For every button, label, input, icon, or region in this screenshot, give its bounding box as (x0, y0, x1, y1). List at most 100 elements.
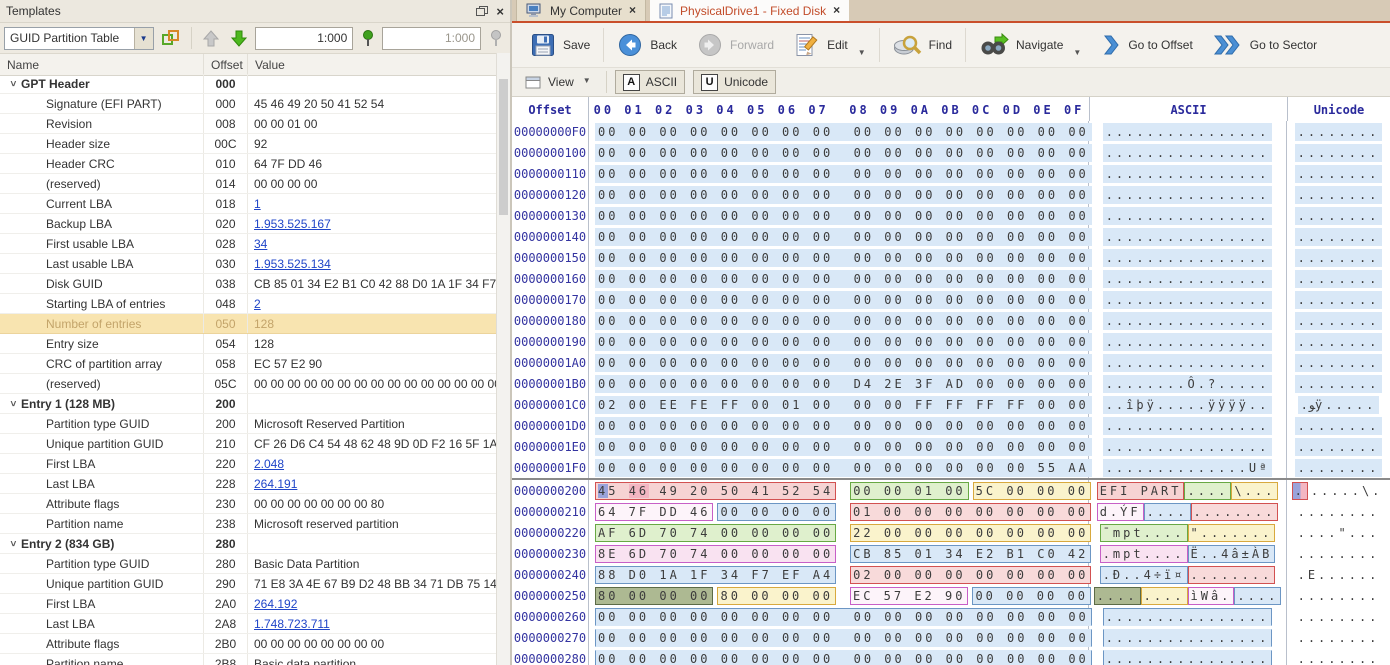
hex-bytes-cell[interactable]: 00 00 00 00 00 00 00 00 00 00 00 00 00 0… (589, 310, 1089, 331)
ascii-cell[interactable]: ................ (1089, 184, 1287, 205)
hex-field-segment[interactable]: ................ (1103, 291, 1273, 309)
template-row[interactable]: Entry size054128 (0, 334, 497, 354)
hex-bytes-cell[interactable]: 00 00 00 00 00 00 00 00 00 00 00 00 00 0… (589, 436, 1089, 457)
hex-field-segment[interactable]: ........ (1295, 650, 1383, 665)
template-row[interactable]: First usable LBA02834 (0, 234, 497, 254)
template-row[interactable]: Last LBA228264.191 (0, 474, 497, 494)
template-row[interactable]: Starting LBA of entries0482 (0, 294, 497, 314)
hex-field-segment[interactable]: ........ (1295, 629, 1383, 647)
hex-field-segment[interactable]: .... (1184, 482, 1231, 500)
hex-field-segment[interactable]: . (1292, 482, 1308, 500)
hex-field-segment[interactable]: ........ (1295, 291, 1383, 309)
goto-offset-button[interactable]: Go to Offset (1091, 25, 1202, 65)
ascii-cell[interactable]: ................ (1089, 436, 1287, 457)
forward-button[interactable]: Forward (687, 25, 784, 65)
hex-row[interactable]: 000000026000 00 00 00 00 00 00 00 00 00 … (512, 606, 1390, 627)
hex-field-segment[interactable]: CB 85 01 34 E2 B1 C0 42 (850, 545, 1091, 563)
template-row[interactable]: Attribute flags23000 00 00 00 00 00 00 8… (0, 494, 497, 514)
template-row[interactable]: >Entry 2 (834 GB)280 (0, 534, 497, 554)
tab-my-computer[interactable]: My Computer × (516, 0, 646, 21)
hex-field-segment[interactable]: 00 00 00 00 00 00 00 00 00 00 00 00 00 0… (595, 291, 1092, 309)
column-name[interactable]: Name (0, 54, 204, 75)
templates-scrollbar[interactable] (496, 53, 510, 665)
hex-row[interactable]: 000000012000 00 00 00 00 00 00 00 00 00 … (512, 184, 1390, 205)
chevron-down-icon[interactable]: ▼ (134, 28, 153, 49)
hex-field-segment[interactable]: .... (1141, 587, 1188, 605)
template-row[interactable]: CRC of partition array058EC 57 E2 90 (0, 354, 497, 374)
template-row[interactable]: Partition type GUID200Microsoft Reserved… (0, 414, 497, 434)
hex-field-segment[interactable]: 00 00 00 00 00 00 00 00 00 00 00 00 00 0… (595, 249, 1092, 267)
tab-physicaldrive1[interactable]: PhysicalDrive1 - Fixed Disk × (650, 0, 849, 21)
hex-field-segment[interactable]: 45 46 49 20 50 41 52 54 (595, 482, 836, 500)
hex-field-segment[interactable]: 00 00 00 00 00 00 00 00 00 00 00 00 00 0… (595, 123, 1092, 141)
unicode-cell[interactable]: ........ (1287, 373, 1390, 394)
hex-field-segment[interactable]: 00 00 00 00 00 00 00 00 00 00 00 00 00 0… (595, 438, 1092, 456)
hex-field-segment[interactable]: ................ (1103, 228, 1273, 246)
template-row[interactable]: Disk GUID038CB 85 01 34 E2 B1 C0 42 88 D… (0, 274, 497, 294)
unicode-cell[interactable]: ........ (1287, 501, 1390, 522)
hex-field-segment[interactable]: ........ (1295, 608, 1383, 626)
hex-row[interactable]: 000000019000 00 00 00 00 00 00 00 00 00 … (512, 331, 1390, 352)
ascii-cell[interactable]: ................ (1089, 648, 1287, 665)
template-row[interactable]: Number of entries050128 (0, 314, 497, 334)
ascii-cell[interactable]: EFI PART....\... (1089, 480, 1287, 501)
unicode-cell[interactable]: ........ (1287, 121, 1390, 142)
hex-row[interactable]: 000000018000 00 00 00 00 00 00 00 00 00 … (512, 310, 1390, 331)
hex-field-segment[interactable]: ................ (1103, 608, 1273, 626)
template-row[interactable]: Partition name2B8Basic data partition (0, 654, 497, 665)
hex-field-segment[interactable]: ................ (1103, 650, 1273, 665)
hex-grid[interactable]: 00000000F000 00 00 00 00 00 00 00 00 00 … (512, 121, 1390, 665)
hex-bytes-cell[interactable]: 00 00 00 00 00 00 00 00 00 00 00 00 00 0… (589, 289, 1089, 310)
hex-row[interactable]: 0000000220AF 6D 70 74 00 00 00 0022 00 0… (512, 522, 1390, 543)
hex-row[interactable]: 000000011000 00 00 00 00 00 00 00 00 00 … (512, 163, 1390, 184)
close-panel-icon[interactable]: × (496, 5, 504, 18)
ascii-cell[interactable]: ..............Uª (1089, 457, 1287, 478)
hex-field-segment[interactable]: 5C 00 00 00 (973, 482, 1091, 500)
hex-bytes-cell[interactable]: 00 00 00 00 00 00 00 00 00 00 00 00 00 0… (589, 247, 1089, 268)
template-row[interactable]: Header size00C92 (0, 134, 497, 154)
unicode-cell[interactable]: .E...... (1287, 564, 1390, 585)
template-row[interactable]: Revision00800 00 01 00 (0, 114, 497, 134)
hex-row[interactable]: 00000000F000 00 00 00 00 00 00 00 00 00 … (512, 121, 1390, 142)
ascii-cell[interactable]: ................ (1089, 163, 1287, 184)
hex-field-segment[interactable]: 00 00 00 00 00 00 00 00 00 00 00 00 00 0… (595, 650, 1092, 665)
hex-bytes-cell[interactable]: 00 00 00 00 00 00 00 00 00 00 00 00 00 0… (589, 415, 1089, 436)
hex-field-segment[interactable]: AF 6D 70 74 00 00 00 00 (595, 524, 836, 542)
goto-sector-button[interactable]: Go to Sector (1203, 25, 1327, 65)
ascii-cell[interactable]: ........ìWâ..... (1089, 585, 1287, 606)
hex-field-segment[interactable]: ........ (1295, 417, 1383, 435)
hex-row[interactable]: 00000001C002 00 EE FE FF 00 01 00 00 00 … (512, 394, 1390, 415)
hex-field-segment[interactable]: 00 00 00 00 00 00 00 00 00 00 00 00 00 0… (595, 417, 1092, 435)
hex-row[interactable]: 000000010000 00 00 00 00 00 00 00 00 00 … (512, 142, 1390, 163)
ascii-cell[interactable]: ..îþÿ.....ÿÿÿÿ.. (1089, 394, 1287, 415)
template-row[interactable]: Unique partition GUID29071 E8 3A 4E 67 B… (0, 574, 497, 594)
unicode-cell[interactable]: ........ (1287, 205, 1390, 226)
hex-field-segment[interactable]: ìWâ. (1188, 587, 1235, 605)
template-type-select[interactable]: GUID Partition Table ▼ (4, 27, 154, 50)
value-link[interactable]: 1.953.525.134 (254, 257, 331, 271)
hex-field-segment[interactable]: ........ (1188, 566, 1276, 584)
hex-field-segment[interactable]: .ﻮÿ..... (1298, 396, 1380, 414)
unicode-cell[interactable]: ........ (1287, 415, 1390, 436)
hex-row[interactable]: 000000015000 00 00 00 00 00 00 00 00 00 … (512, 247, 1390, 268)
ascii-cell[interactable]: .mpt....Ë..4â±ÀB (1089, 543, 1287, 564)
hex-bytes-cell[interactable]: 00 00 00 00 00 00 00 00 00 00 00 00 00 0… (589, 205, 1089, 226)
hex-bytes-cell[interactable]: 00 00 00 00 00 00 00 00 00 00 00 00 00 0… (589, 142, 1089, 163)
hex-bytes-cell[interactable]: AF 6D 70 74 00 00 00 0022 00 00 00 00 00… (589, 522, 1089, 543)
hex-field-segment[interactable]: ................ (1103, 165, 1273, 183)
hex-bytes-cell[interactable]: 00 00 00 00 00 00 00 00 00 00 00 00 00 0… (589, 648, 1089, 665)
template-row[interactable]: Partition name238Microsoft reserved part… (0, 514, 497, 534)
hex-bytes-cell[interactable]: 80 00 00 0080 00 00 00EC 57 E2 9000 00 0… (589, 585, 1089, 606)
value-link[interactable]: 264.192 (254, 597, 297, 611)
unicode-cell[interactable]: ........ (1287, 226, 1390, 247)
hex-field-segment[interactable]: 00 00 00 00 00 00 00 00 00 00 00 00 00 0… (595, 186, 1092, 204)
hex-field-segment[interactable]: ................ (1103, 270, 1273, 288)
hex-field-segment[interactable]: .Ð..4÷ï¤ (1100, 566, 1188, 584)
hex-field-segment[interactable]: ..............Uª (1103, 459, 1273, 477)
hex-field-segment[interactable]: ........ (1295, 144, 1383, 162)
hex-field-segment[interactable]: 00 00 00 00 00 00 00 00 00 00 00 00 00 0… (595, 608, 1092, 626)
unicode-cell[interactable]: ........ (1287, 543, 1390, 564)
unicode-cell[interactable]: ......\. (1287, 480, 1390, 501)
next-field-button[interactable] (227, 26, 251, 50)
hex-field-segment[interactable]: ........ (1295, 503, 1383, 521)
